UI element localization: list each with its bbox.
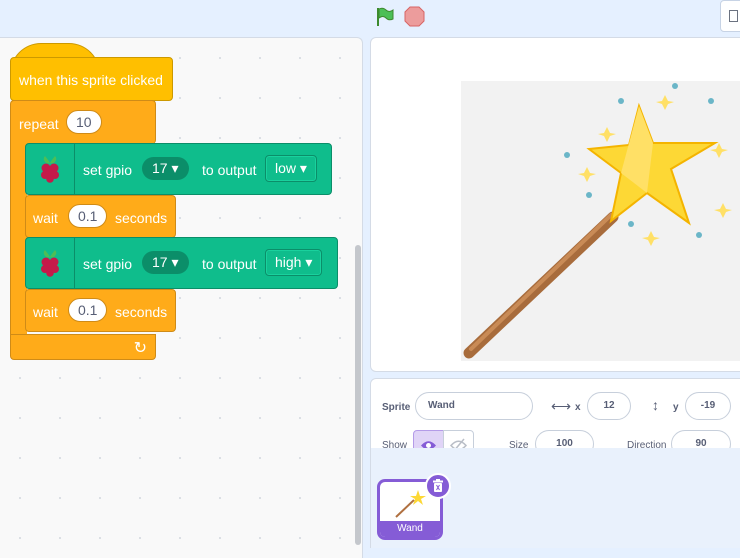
mode-value: high — [275, 254, 302, 270]
stage-size-button[interactable] — [720, 0, 740, 32]
code-scrollbar[interactable] — [355, 245, 361, 545]
wait-block[interactable]: wait 0.1 seconds — [25, 289, 176, 332]
seconds-label: seconds — [115, 210, 168, 226]
wait-label: wait — [33, 210, 58, 226]
set-gpio-block[interactable]: set gpio 17 ▾ to output high ▾ — [25, 237, 338, 289]
gpio-pin-dropdown[interactable]: 17 ▾ — [142, 251, 189, 274]
to-output-label: to output — [202, 162, 257, 178]
y-input[interactable]: -19 — [685, 392, 731, 420]
x-label: x — [575, 402, 581, 413]
small-stage-icon — [729, 10, 738, 22]
wait-label: wait — [33, 304, 58, 320]
stop-icon[interactable] — [404, 6, 425, 27]
event-label: when this sprite clicked — [19, 72, 163, 88]
gpio-pin-dropdown[interactable]: 17 ▾ — [142, 157, 189, 180]
repeat-block-end[interactable]: ↻ — [10, 334, 156, 360]
set-gpio-label: set gpio — [83, 162, 133, 178]
wait-seconds-input[interactable]: 0.1 — [68, 204, 108, 228]
stage-backdrop — [461, 81, 740, 361]
dropdown-caret-icon: ▾ — [171, 160, 179, 176]
stage[interactable] — [370, 37, 740, 372]
y-label: y — [673, 402, 679, 413]
y-arrows-icon: ↕ — [652, 397, 659, 413]
set-gpio-label: set gpio — [83, 256, 133, 272]
sprite-label: Sprite — [382, 402, 411, 413]
mode-value: low — [275, 160, 297, 176]
pin-value: 17 — [152, 254, 168, 270]
trash-icon — [433, 479, 443, 492]
repeat-label: repeat — [19, 116, 59, 132]
dropdown-caret-icon: ▾ — [299, 160, 307, 176]
raspberry-pi-icon — [26, 144, 75, 194]
sprite-thumbnail-name: Wand — [380, 521, 440, 537]
dropdown-caret-icon: ▾ — [305, 254, 313, 270]
x-input[interactable]: 12 — [587, 392, 631, 420]
pin-value: 17 — [152, 160, 168, 176]
to-output-label: to output — [202, 256, 257, 272]
sprite-name-input[interactable]: Wand — [415, 392, 533, 420]
output-mode-dropdown[interactable]: high ▾ — [265, 249, 323, 276]
repeat-block[interactable]: repeat 10 — [10, 100, 156, 144]
raspberry-pi-icon — [26, 238, 75, 288]
wait-seconds-input[interactable]: 0.1 — [68, 298, 108, 322]
wait-block[interactable]: wait 0.1 seconds — [25, 195, 176, 238]
stage-header — [0, 0, 740, 34]
loop-arrow-icon: ↻ — [133, 340, 147, 357]
set-gpio-block[interactable]: set gpio 17 ▾ to output low ▾ — [25, 143, 332, 195]
wand-sprite[interactable] — [461, 81, 740, 361]
dropdown-caret-icon: ▾ — [171, 254, 179, 270]
x-arrows-icon: ⟷ — [551, 398, 572, 414]
repeat-count-input[interactable]: 10 — [66, 110, 102, 134]
output-mode-dropdown[interactable]: low ▾ — [265, 155, 317, 182]
delete-sprite-button[interactable] — [425, 473, 451, 499]
when-sprite-clicked-block[interactable]: when this sprite clicked — [10, 57, 173, 101]
seconds-label: seconds — [115, 304, 168, 320]
green-flag-icon[interactable] — [374, 6, 396, 28]
